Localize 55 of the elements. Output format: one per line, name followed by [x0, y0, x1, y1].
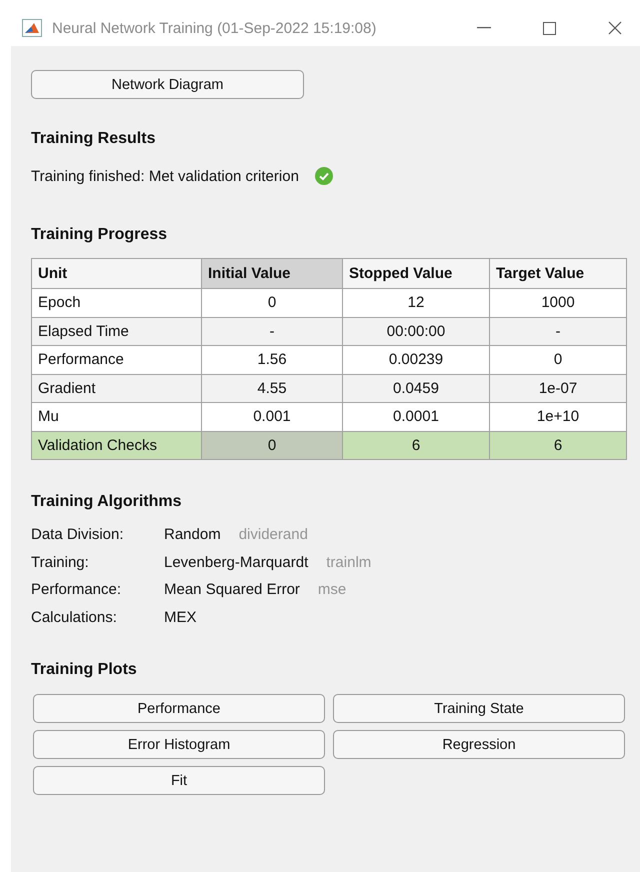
table-cell: 1e+10 [490, 402, 626, 431]
field-label: Data Division: [31, 525, 125, 544]
section-heading: Training Results [31, 130, 156, 148]
table-cell: 0 [490, 346, 626, 374]
table-cell: 1e-07 [490, 374, 626, 402]
function-name: mse [318, 580, 346, 600]
table-cell: 0 [202, 288, 342, 317]
table-cell: 0.0459 [342, 374, 490, 402]
column-header[interactable]: Initial Value [202, 258, 342, 288]
table-cell: 4.55 [202, 374, 342, 402]
field-value: MEX [164, 608, 197, 627]
table-cell: 1.56 [202, 346, 342, 374]
function-name: trainlm [326, 552, 372, 572]
table-cell: - [490, 317, 626, 346]
table-cell: - [202, 317, 342, 346]
function-name: dividerand [238, 525, 308, 544]
table-cell: 00:00:00 [342, 317, 490, 346]
field-label: Calculations: [31, 608, 118, 627]
table-cell: 0.0001 [342, 402, 490, 431]
field-label: Training: [31, 552, 90, 572]
column-header[interactable]: Unit [32, 258, 202, 288]
table-cell: Performance [32, 346, 202, 374]
table-cell: Gradient [32, 374, 202, 402]
section-heading: Training Plots [31, 661, 138, 679]
table-cell: 0 [202, 431, 342, 460]
plot-button[interactable]: Training State [333, 694, 625, 723]
table-cell: Validation Checks [32, 431, 202, 460]
minimize-icon[interactable] [477, 27, 491, 29]
close-icon[interactable] [608, 21, 622, 35]
plot-button[interactable]: Regression [333, 730, 625, 759]
maximize-icon[interactable] [543, 22, 556, 34]
column-header[interactable]: Target Value [490, 258, 626, 288]
table-cell: Epoch [32, 288, 202, 317]
table-cell: 1000 [490, 288, 626, 317]
table-cell: 6 [342, 431, 490, 460]
field-value: Levenberg-Marquardt [164, 552, 308, 572]
plot-button[interactable]: Error Histogram [33, 730, 325, 759]
table-cell: 0.00239 [342, 346, 490, 374]
network-diagram-button[interactable]: Network Diagram [31, 70, 304, 99]
field-value: Random [164, 525, 221, 544]
table-cell: Elapsed Time [32, 317, 202, 346]
status-text: Training finished: Met validation criterion [31, 168, 299, 184]
plot-button[interactable]: Fit [33, 766, 325, 795]
section-heading: Training Progress [31, 226, 168, 244]
app-icon [22, 19, 42, 37]
column-header[interactable]: Stopped Value [342, 258, 490, 288]
table-cell: 12 [342, 288, 490, 317]
plot-button[interactable]: Performance [33, 694, 325, 723]
table-cell: 0.001 [202, 402, 342, 431]
section-heading: Training Algorithms [31, 493, 183, 511]
table-cell: Mu [32, 402, 202, 431]
table-cell: 6 [490, 431, 626, 460]
field-label: Performance: [31, 580, 122, 600]
field-value: Mean Squared Error [164, 580, 300, 600]
window-title: Neural Network Training (01-Sep-2022 15:19:08) [52, 20, 376, 36]
